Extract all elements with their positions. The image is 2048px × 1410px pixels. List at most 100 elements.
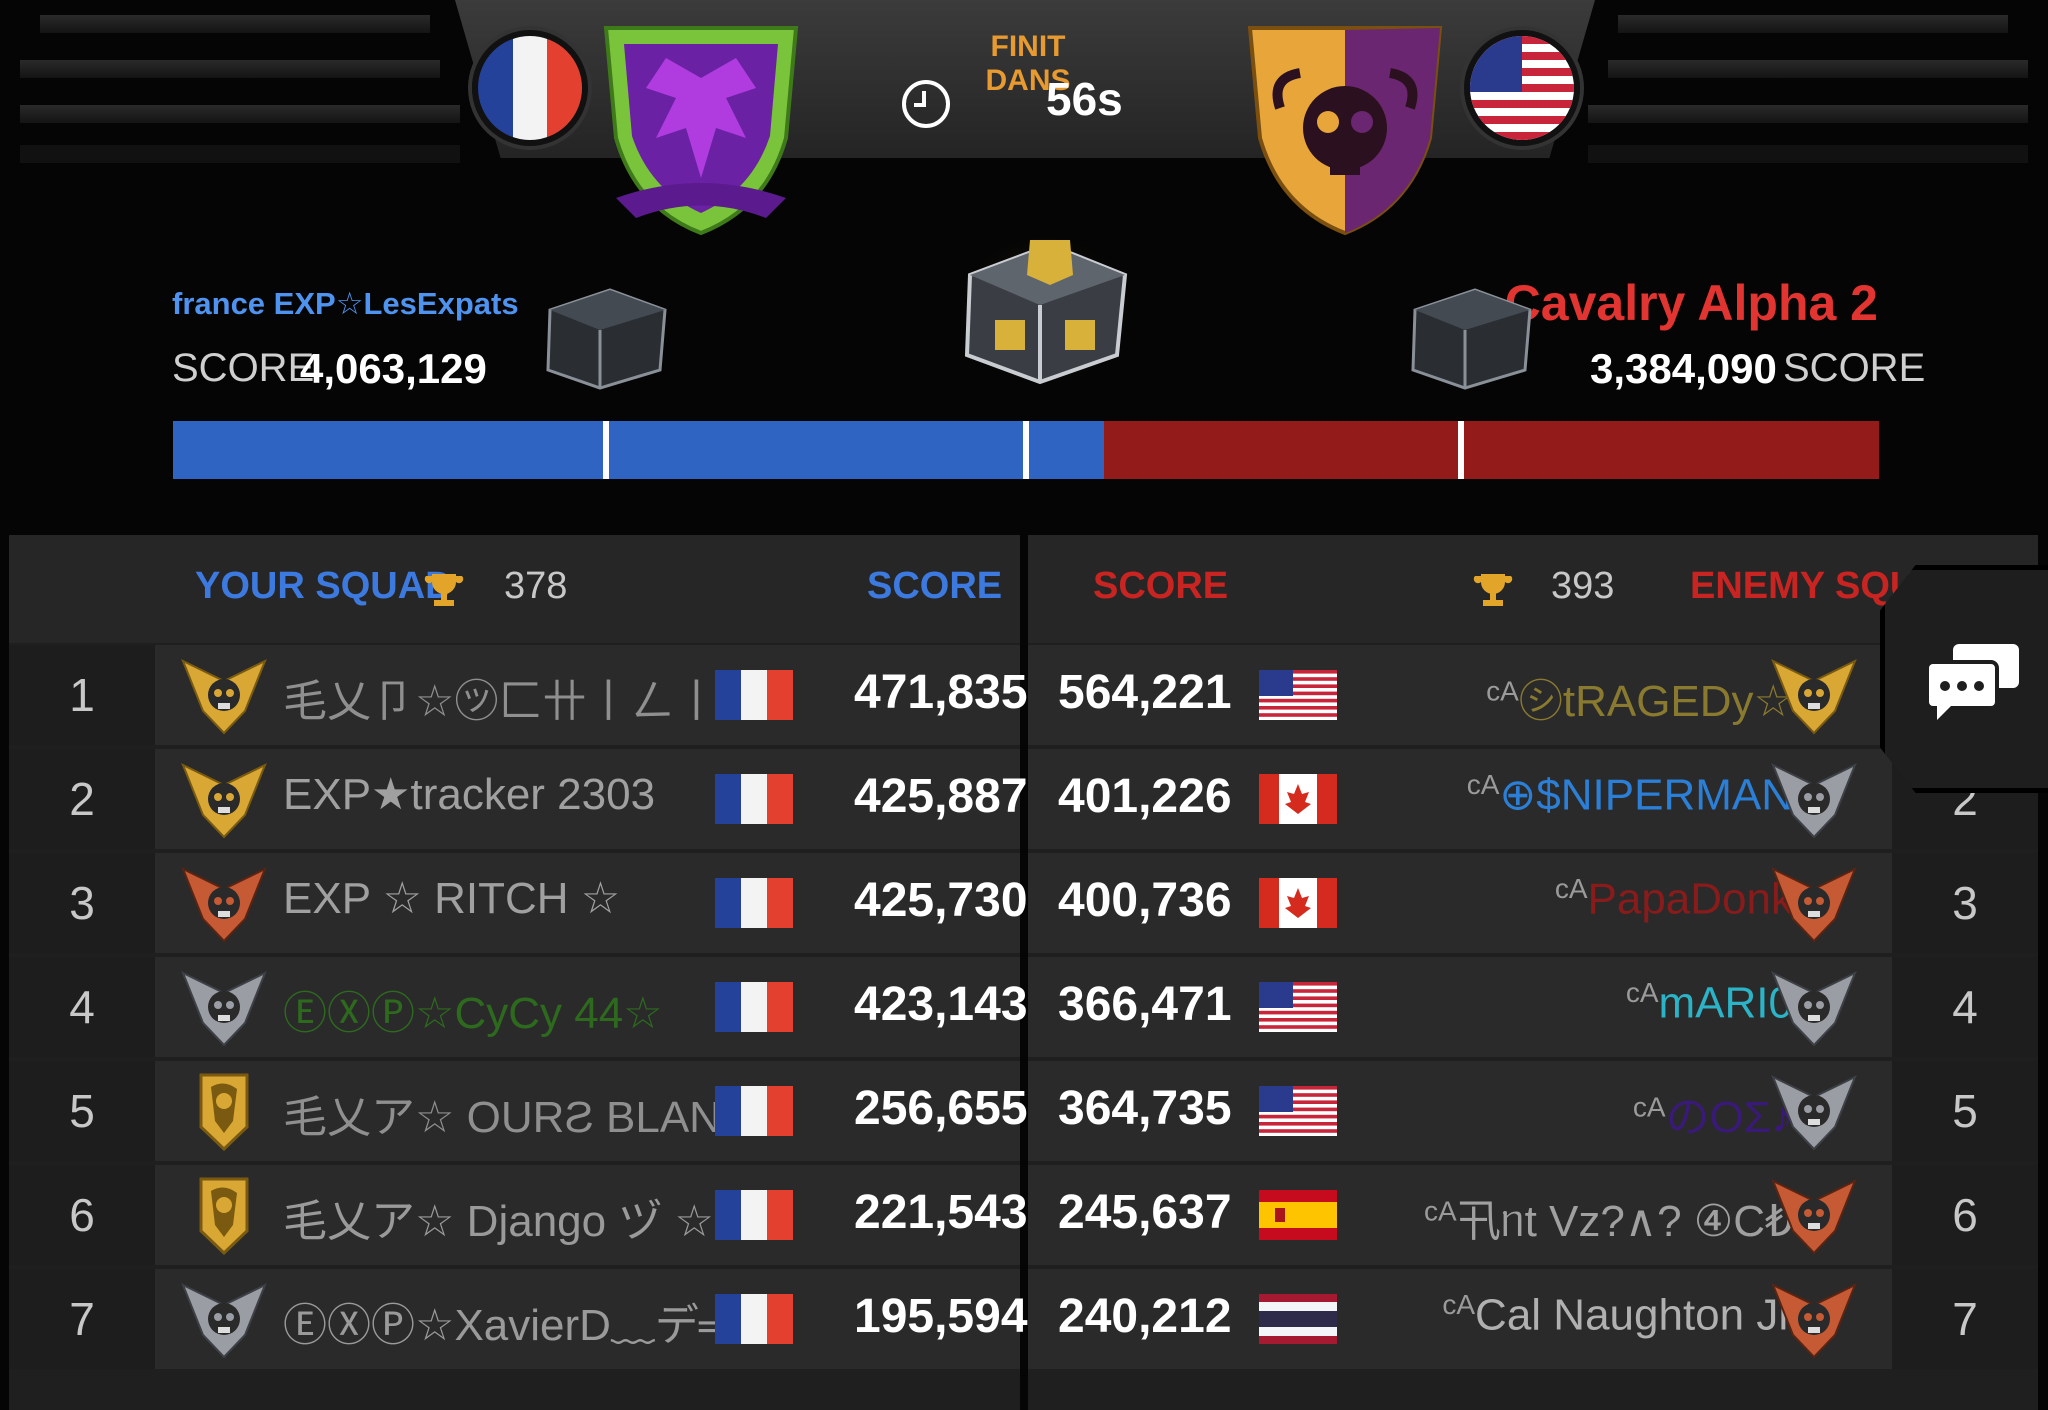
player-flag-icon: [715, 1190, 793, 1240]
player-score: 401,226: [1058, 770, 1232, 823]
player-score: 221,543: [854, 1186, 1028, 1239]
clan-prefix: cA: [1632, 1091, 1666, 1123]
clan-prefix: cA: [1554, 873, 1588, 904]
player-name[interactable]: cAPapaDonk: [1555, 873, 1793, 925]
player-flag-icon: [715, 774, 793, 824]
player-name[interactable]: 毛乂卩☆㋡匚卄丨ㄥ丨: [283, 665, 718, 729]
rank-number: 3: [1892, 853, 2038, 953]
team-emblem-left-icon: [603, 26, 799, 236]
enemy-squad-row[interactable]: 240,212 cACal Naughton Jr 7: [1028, 1269, 2038, 1369]
timer-value: 56s: [1046, 73, 1123, 125]
your-squad-row[interactable]: 2 EXP★tracker 2303 425,887: [9, 749, 1028, 849]
team-emblem-right-icon: [1247, 26, 1443, 236]
player-name[interactable]: cA⊕$NIPERMAN: [1467, 769, 1793, 821]
player-score: 425,730: [854, 874, 1028, 927]
clan-prefix: cA: [1625, 977, 1659, 1008]
enemy-squad-row[interactable]: 364,735 cAのOΣ♪ 5: [1028, 1061, 2038, 1161]
player-score: 471,835: [854, 666, 1028, 719]
rank-number: 5: [9, 1061, 155, 1161]
player-flag-icon: [1259, 1086, 1337, 1136]
rank-number: 6: [1892, 1165, 2038, 1265]
player-score: 564,221: [1058, 666, 1232, 719]
clock-icon: [902, 80, 950, 128]
your-squad-panel: YOUR SQUAD 378 SCORE 1 毛乂卩☆㋡匚卄丨ㄥ丨 471,83…: [9, 535, 1028, 1410]
player-name[interactable]: ⒺⓍⓅ☆XavierD﹏デ═一: [283, 1289, 774, 1353]
player-rank-emblem-icon: [1771, 655, 1857, 735]
left-team-score: 4,063,129: [300, 345, 487, 392]
progress-milestone-tick: [603, 421, 610, 479]
your-squad-row[interactable]: 4 ⒺⓍⓅ☆CyCy 44☆ 423,143: [9, 957, 1028, 1057]
your-squad-row[interactable]: 3 EXP ☆ RITCH ☆ 425,730: [9, 853, 1028, 953]
enemy-squad-row[interactable]: 366,471 cAmARI0 4: [1028, 957, 2038, 1057]
player-flag-icon: [1259, 982, 1337, 1032]
player-flag-icon: [715, 878, 793, 928]
header-decoration-left: [0, 0, 470, 165]
progress-milestone-tick: [1458, 421, 1465, 479]
right-reward-crate-icon: [1411, 288, 1532, 390]
player-rank-emblem-icon: [181, 863, 267, 943]
team-flag-france: [472, 30, 588, 146]
player-rank-emblem-icon: [1771, 1071, 1857, 1151]
player-name[interactable]: 毛乂ア☆ OURƧ BLANC: [283, 1081, 753, 1145]
player-rank-emblem-icon: [1771, 1279, 1857, 1359]
player-flag-icon: [715, 982, 793, 1032]
player-flag-icon: [1259, 1294, 1337, 1344]
player-score: 423,143: [854, 978, 1028, 1031]
player-name[interactable]: EXP ☆ RITCH ☆: [283, 873, 620, 924]
your-squad-row[interactable]: 5 毛乂ア☆ OURƧ BLANC 256,655: [9, 1061, 1028, 1161]
player-rank-emblem-icon: [1771, 759, 1857, 839]
player-name[interactable]: cA卂ᥒt Vz?∧? ④C₺: [1424, 1185, 1793, 1249]
player-name[interactable]: cAのOΣ♪: [1633, 1081, 1793, 1145]
player-rank-emblem-icon: [181, 1279, 267, 1359]
player-flag-icon: [1259, 878, 1337, 928]
chat-button[interactable]: [1880, 565, 2048, 793]
player-name[interactable]: EXP★tracker 2303: [283, 769, 655, 820]
player-name[interactable]: 毛乂ア☆ Django ヅ ☆: [283, 1185, 714, 1249]
rank-number: 7: [1892, 1269, 2038, 1369]
right-team-score: 3,384,090: [1590, 345, 1777, 392]
player-flag-icon: [1259, 1190, 1337, 1240]
player-score: 364,735: [1058, 1082, 1232, 1135]
enemy-squad-row[interactable]: 245,637 cA卂ᥒt Vz?∧? ④C₺ 6: [1028, 1165, 2038, 1265]
enemy-squad-trophies: 393: [1551, 565, 1615, 607]
progress-milestone-tick: [1023, 421, 1029, 479]
player-name[interactable]: cAmARI0: [1626, 977, 1793, 1029]
clan-prefix: cA: [1423, 1195, 1457, 1227]
trophy-icon: [1473, 574, 1513, 606]
player-rank-emblem-icon: [181, 1071, 267, 1152]
right-team-name: Cavalry Alpha 2: [1504, 275, 1878, 331]
enemy-squad-row[interactable]: 400,736 cAPapaDonk 3: [1028, 853, 2038, 953]
left-progress-fill: [173, 421, 1105, 479]
your-squad-row[interactable]: 1 毛乂卩☆㋡匚卄丨ㄥ丨 471,835: [9, 645, 1028, 745]
rank-number: 1: [9, 645, 155, 745]
player-flag-icon: [1259, 774, 1337, 824]
your-squad-row[interactable]: 6 毛乂ア☆ Django ヅ ☆ 221,543: [9, 1165, 1028, 1265]
player-flag-icon: [1259, 670, 1337, 720]
player-name[interactable]: cA㋛tRAGEDy☆: [1486, 665, 1793, 729]
chat-bubbles-icon: [1925, 644, 2019, 720]
left-team-name: france EXP☆LesExpats: [172, 286, 519, 321]
clan-prefix: cA: [1442, 1289, 1476, 1320]
rank-number: 6: [9, 1165, 155, 1265]
your-squad-row[interactable]: 7 ⒺⓍⓅ☆XavierD﹏デ═一 195,594: [9, 1269, 1028, 1369]
player-name[interactable]: ⒺⓍⓅ☆CyCy 44☆: [283, 977, 663, 1041]
player-score: 425,887: [854, 770, 1028, 823]
right-score-label: SCORE: [1783, 346, 1926, 390]
player-name[interactable]: cACal Naughton Jr: [1442, 1289, 1793, 1341]
player-flag-icon: [715, 670, 793, 720]
left-reward-crate-icon: [546, 288, 667, 390]
left-score-label: SCORE: [172, 346, 315, 390]
player-score: 400,736: [1058, 874, 1232, 927]
player-rank-emblem-icon: [1771, 967, 1857, 1047]
player-score: 195,594: [854, 1290, 1028, 1343]
rank-number: 5: [1892, 1061, 2038, 1161]
enemy-squad-row[interactable]: 401,226 cA⊕$NIPERMAN 2: [1028, 749, 2038, 849]
player-flag-icon: [715, 1294, 793, 1344]
rank-number: 4: [1892, 957, 2038, 1057]
player-score: 245,637: [1058, 1186, 1232, 1239]
trophy-icon: [424, 574, 464, 606]
player-rank-emblem-icon: [181, 655, 267, 735]
player-rank-emblem-icon: [181, 967, 267, 1047]
rank-number: 7: [9, 1269, 155, 1369]
header-decoration-right: [1578, 0, 2048, 165]
